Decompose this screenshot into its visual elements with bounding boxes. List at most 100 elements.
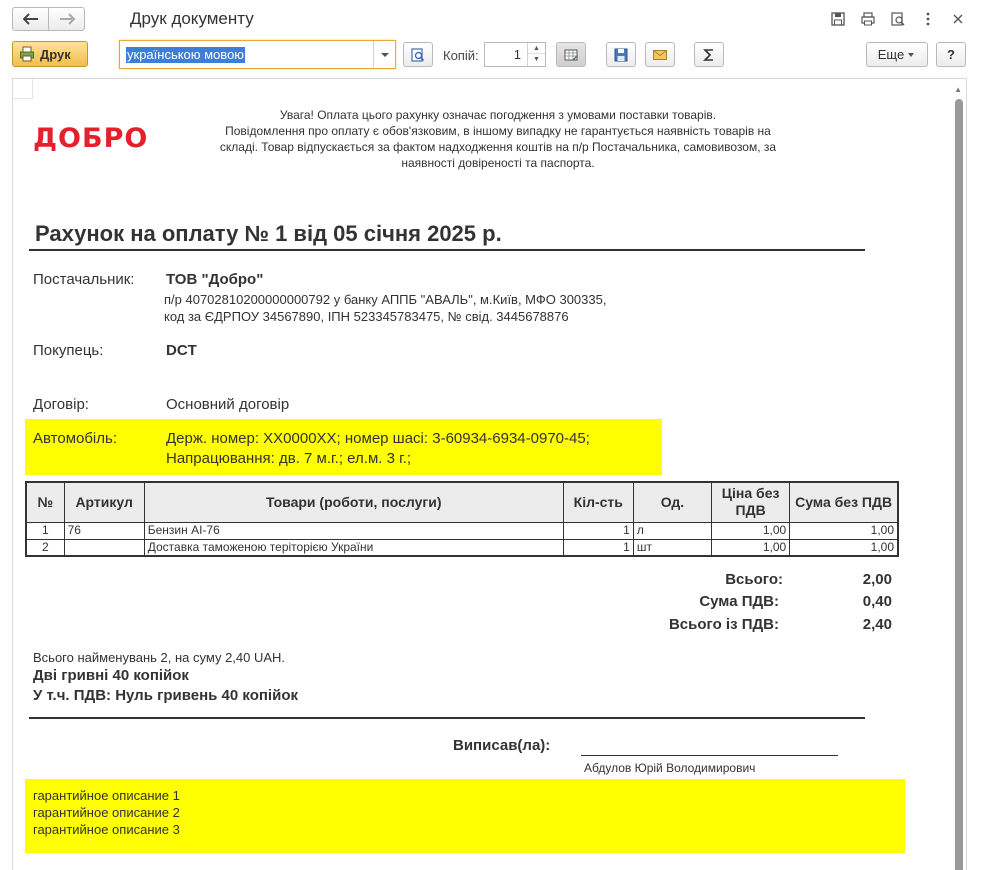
title-bar: Друк документу: [0, 0, 981, 38]
summary-divider: [29, 717, 865, 719]
sum-button[interactable]: [694, 42, 724, 67]
document-area[interactable]: ДОБРО Увага! Оплата цього рахунку означа…: [12, 78, 967, 870]
print-button-label: Друк: [40, 46, 71, 62]
title-divider: [29, 249, 865, 251]
cell-number: 2: [25, 538, 65, 557]
table-row: 2 Доставка таможеною теріторією України …: [25, 538, 899, 557]
column-header-quantity: Кіл-сть: [562, 481, 634, 523]
forward-button[interactable]: [48, 7, 85, 31]
invoice-title: Рахунок на оплату № 1 від 05 січня 2025 …: [35, 221, 502, 246]
magnifier-page-icon: [411, 47, 425, 62]
copies-increment-button[interactable]: ▲: [528, 43, 545, 54]
more-menu-label: Еще: [877, 47, 905, 62]
edit-mode-toggle[interactable]: [556, 42, 586, 67]
floppy-disk-icon: [614, 48, 628, 61]
print-button[interactable]: Друк: [12, 41, 88, 67]
vat-in-words: У т.ч. ПДВ: Нуль гривень 40 копійок: [33, 687, 298, 704]
warranty-line: гарантийное описание 1: [33, 788, 180, 803]
warning-line: Повідомлення про оплату є обов'язковим, …: [225, 124, 771, 138]
signer-name: Абдулов Юрій Володимирович: [584, 761, 756, 775]
buyer-name: DCT: [166, 342, 197, 359]
column-header-article: Артикул: [63, 481, 145, 523]
cell-number: 1: [25, 521, 65, 540]
printer-icon: [861, 12, 875, 26]
copies-stepper[interactable]: ▲ ▼: [527, 43, 545, 66]
total-with-vat-value: 2,40: [862, 616, 892, 633]
floppy-disk-icon: [831, 12, 845, 26]
supplier-details-line: п/р 40702810200000000792 у банку АППБ "А…: [164, 292, 607, 307]
arrow-right-icon: [59, 13, 75, 25]
cell-price: 1,00: [711, 521, 791, 540]
column-header-goods: Товари (роботи, послуги): [143, 481, 564, 523]
vat-value: 0,40: [862, 593, 892, 610]
vertical-scrollbar[interactable]: ▲: [950, 79, 966, 870]
cell-quantity: 1: [562, 521, 634, 540]
arrow-left-icon: [22, 13, 38, 25]
copies-value: 1: [513, 47, 521, 62]
save-file-button[interactable]: [606, 42, 636, 67]
chevron-down-icon: [380, 52, 389, 57]
help-button[interactable]: ?: [936, 42, 966, 67]
preview-button[interactable]: [889, 10, 907, 28]
document-corner: [13, 79, 33, 99]
scrollbar-thumb[interactable]: [955, 99, 963, 870]
toolbar: Друк українською мовою Копій: 1 ▲ ▼ Еще …: [0, 38, 981, 74]
save-window-button[interactable]: [829, 10, 847, 28]
cell-sum: 1,00: [789, 538, 899, 557]
cell-article: 76: [63, 521, 145, 540]
table-edit-icon: [564, 49, 578, 61]
column-header-sum: Сума без ПДВ: [789, 481, 899, 523]
contract-value: Основний договір: [166, 396, 290, 413]
cell-goods: Доставка таможеною теріторією України: [143, 538, 564, 557]
chevron-down-icon: [908, 52, 915, 57]
supplier-details-line: код за ЄДРПОУ 34567890, ІПН 523345783475…: [164, 309, 569, 324]
scroll-up-arrow[interactable]: ▲: [954, 85, 962, 94]
warranty-line: гарантийное описание 2: [33, 805, 180, 820]
table-row: 1 76 Бензин AI-76 1 л 1,00 1,00: [25, 521, 899, 540]
more-menu-button[interactable]: Еще: [866, 42, 928, 67]
close-icon: [953, 14, 963, 24]
find-in-document-button[interactable]: [403, 42, 433, 67]
table-header-row: № Артикул Товари (роботи, послуги) Кіл-с…: [25, 481, 899, 523]
printer-icon: [20, 46, 34, 62]
car-label: Автомобіль:: [33, 430, 118, 447]
envelope-icon: [653, 49, 667, 60]
vertical-dots-icon: [926, 12, 930, 26]
cell-unit: шт: [632, 538, 713, 557]
more-actions-button[interactable]: [919, 10, 937, 28]
copies-label: Копій:: [443, 48, 479, 63]
copies-decrement-button[interactable]: ▼: [528, 54, 545, 65]
close-button[interactable]: [949, 10, 967, 28]
amount-in-words: Дві гривні 40 копійок: [33, 667, 189, 684]
car-details-line: Напрацювання: дв. 7 м.г.; ел.м. 3 г.;: [166, 450, 412, 467]
warning-line: наявності довіреності та паспорта.: [401, 156, 595, 170]
signed-by-label: Виписав(ла):: [453, 737, 551, 754]
cell-unit: л: [632, 521, 713, 540]
back-button[interactable]: [12, 7, 49, 31]
buyer-label: Покупець:: [33, 342, 104, 359]
supplier-name: ТОВ "Добро": [166, 271, 264, 288]
cell-article: [63, 538, 145, 557]
column-header-unit: Од.: [632, 481, 713, 523]
send-email-button[interactable]: [645, 42, 675, 67]
car-details-line: Держ. номер: XX0000XX; номер шасі: 3-609…: [166, 430, 590, 447]
total-value: 2,00: [862, 571, 892, 588]
warning-line: складі. Товар відпускається за фактом на…: [219, 140, 777, 154]
column-header-price: Ціна без ПДВ: [711, 481, 791, 523]
supplier-label: Постачальник:: [33, 271, 135, 288]
items-table: № Артикул Товари (роботи, послуги) Кіл-с…: [25, 481, 899, 557]
language-select[interactable]: українською мовою: [119, 40, 396, 69]
sigma-icon: [703, 48, 713, 61]
payment-warning: Увага! Оплата цього рахунку означає пого…: [185, 107, 811, 171]
column-header-number: №: [25, 481, 65, 523]
total-with-vat-label: Всього із ПДВ:: [668, 616, 779, 633]
print-window-button[interactable]: [859, 10, 877, 28]
cell-quantity: 1: [562, 538, 634, 557]
warranty-line: гарантийное описание 3: [33, 822, 180, 837]
cell-price: 1,00: [711, 538, 791, 557]
language-dropdown-toggle[interactable]: [373, 41, 395, 68]
summary-line: Всього найменувань 2, на суму 2,40 UAH.: [33, 650, 286, 665]
copies-input[interactable]: 1 ▲ ▼: [484, 42, 546, 67]
warning-line: Увага! Оплата цього рахунку означає пого…: [279, 108, 717, 122]
window-title: Друк документу: [130, 9, 254, 28]
